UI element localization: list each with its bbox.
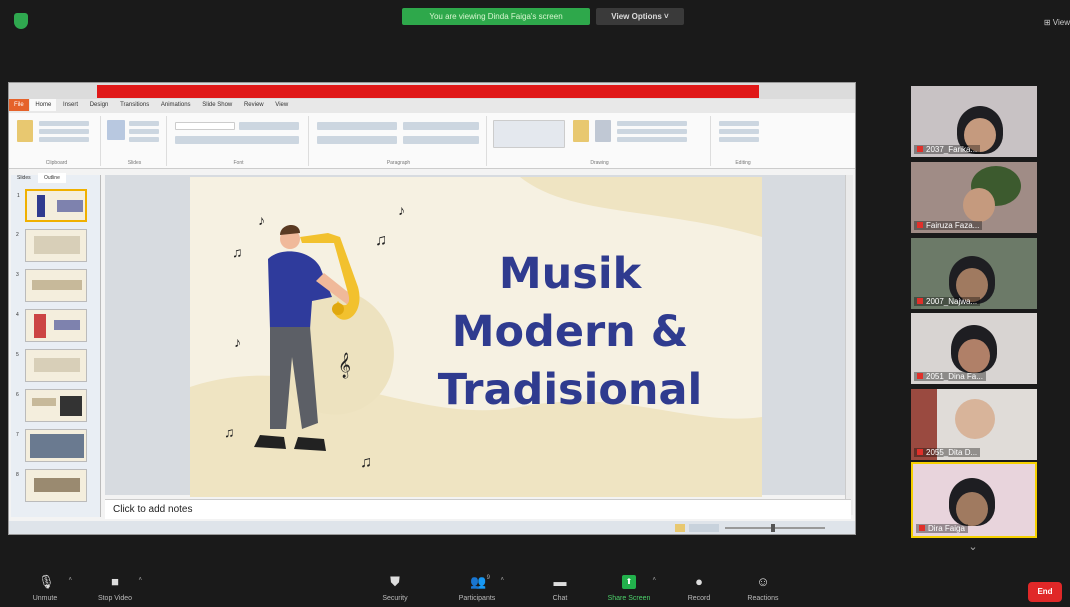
reactions-button[interactable]: ☺ Reactions [728,565,798,603]
ppt-red-title-bar [97,85,759,98]
view-layout-button[interactable]: ⊞ View [1044,18,1070,27]
music-note-icon: ♪ [398,202,405,218]
participant-tile[interactable]: 2051_Dina Fa... [911,313,1037,384]
zoom-slider[interactable] [675,524,835,532]
shield-icon: ⛊ [390,574,400,589]
music-note-icon: ♫ [224,424,235,440]
security-button[interactable]: ⛊ Security [360,565,430,603]
participant-name: 2007_Najwa... [914,297,981,306]
music-note-icon: ♫ [375,232,387,249]
ribbon-tab-design[interactable]: Design [85,99,114,111]
microphone-muted-icon: 🎙 [38,574,55,589]
tab-outline[interactable]: Outline [38,173,66,183]
ribbon-group-clipboard: Clipboard [13,116,101,166]
ribbon-tab-insert[interactable]: Insert [58,99,83,111]
chevron-up-icon[interactable]: ˄ [138,577,142,583]
notes-pane[interactable]: Click to add notes [105,499,851,519]
chevron-down-icon[interactable]: ⌄ [958,540,988,560]
slide-thumbnail[interactable]: 1 [17,189,87,222]
ribbon-tab-view[interactable]: View [270,99,293,111]
ribbon-tab-review[interactable]: Review [239,99,269,111]
screen-share-banner: You are viewing Dinda Faiga's screen [402,8,590,25]
participant-name: 2051_Dina Fa... [914,372,986,381]
video-camera-icon: ■ [111,574,119,589]
security-shield-icon[interactable] [14,13,28,29]
slide-thumbnail[interactable]: 4 [16,309,87,342]
ppt-status-bar [9,521,855,534]
chevron-up-icon[interactable]: ˄ [652,577,656,583]
ribbon-group-paragraph: Paragraph [311,116,487,166]
slide-thumbnail[interactable]: 5 [16,349,87,382]
ribbon-tab-home[interactable]: Home [30,99,57,111]
chevron-up-icon[interactable]: ˄ [500,577,504,583]
participant-name: Fairuza Faza... [914,221,983,230]
view-options-button[interactable]: View Options ˅ [596,8,684,25]
shared-powerpoint-window: File Home Insert Design Transitions Anim… [8,82,856,535]
ribbon-tab-animations[interactable]: Animations [156,99,196,111]
chat-icon: ▬ [553,574,567,589]
participant-name: 2055_Dita D... [914,448,981,457]
slide-vertical-scrollbar[interactable] [845,175,853,515]
participant-tile[interactable]: 2055_Dita D... [911,389,1037,460]
music-note-icon: ♪ [258,212,265,228]
record-button[interactable]: ● Record [664,565,734,603]
participant-tile[interactable]: 2037_Farika... [911,86,1037,157]
ribbon-tabs: File Home Insert Design Transitions Anim… [9,99,855,113]
slide-editing-area: ♪ ♫ ♫ ♪ ♪ 𝄞 ♫ ♫ Musik Modern & Tradision… [105,175,851,497]
ribbon-tab-slideshow[interactable]: Slide Show [197,99,237,111]
ribbon-group-slides: Slides [103,116,167,166]
slide-thumbnail[interactable]: 6 [16,389,87,422]
end-meeting-button[interactable]: End [1028,582,1062,602]
share-screen-button[interactable]: ⬆ Share Screen ˄ [594,565,664,602]
chevron-up-icon[interactable]: ˄ [68,577,72,583]
participant-tile-active-speaker[interactable]: Dira Faiga [911,462,1037,538]
music-note-icon: ♫ [360,454,372,471]
record-icon: ● [695,574,703,589]
slide-thumbnail-panel: Slides Outline 1 2 3 4 5 6 7 8 [11,173,101,517]
slide-thumbnail[interactable]: 3 [16,269,87,302]
saxophone-player-illustration: ♪ ♫ ♫ ♪ ♪ 𝄞 ♫ ♫ [224,202,405,471]
stop-video-button[interactable]: ■ Stop Video ˄ [80,565,150,603]
participant-tile[interactable]: Fairuza Faza... [911,162,1037,233]
music-note-icon: ♪ [234,334,241,350]
current-slide[interactable]: ♪ ♫ ♫ ♪ ♪ 𝄞 ♫ ♫ Musik Modern & Tradision… [190,177,762,497]
ribbon-tab-file[interactable]: File [9,99,29,111]
slide-thumbnail[interactable]: 2 [16,229,87,262]
participants-icon: 👥 [470,574,487,589]
ppt-title-bar [9,83,855,99]
meeting-toolbar: 🎙 Unmute ˄ ■ Stop Video ˄ ⛊ Security 👥 P… [0,565,1070,607]
participant-name: Dira Faiga [916,524,968,533]
unmute-button[interactable]: 🎙 Unmute ˄ [10,565,80,603]
tab-slides[interactable]: Slides [11,173,37,183]
ribbon-group-drawing: Drawing [489,116,711,166]
thumbnail-tabs: Slides Outline [11,173,100,185]
participant-tile[interactable]: 2007_Najwa... [911,238,1037,309]
ribbon-group-font: Font [169,116,309,166]
slide-title[interactable]: Musik Modern & Tradisional [420,245,720,419]
ribbon-tab-transitions[interactable]: Transitions [115,99,154,111]
share-screen-icon: ⬆ [622,575,636,589]
music-note-icon: 𝄞 [338,352,351,378]
music-note-icon: ♫ [232,244,243,260]
reactions-icon: ☺ [756,574,770,589]
participant-name: 2037_Farika... [914,145,981,154]
chat-button[interactable]: ▬ Chat [525,565,595,603]
participant-count: 9 [486,575,490,581]
ribbon-group-editing: Editing [713,116,773,166]
slide-thumbnail[interactable]: 8 [16,469,87,502]
participants-button[interactable]: 👥 Participants 9 ˄ [442,565,512,603]
ribbon-toolbar: Clipboard Slides Font Paragraph Drawing … [9,113,855,169]
slide-thumbnail[interactable]: 7 [16,429,87,462]
